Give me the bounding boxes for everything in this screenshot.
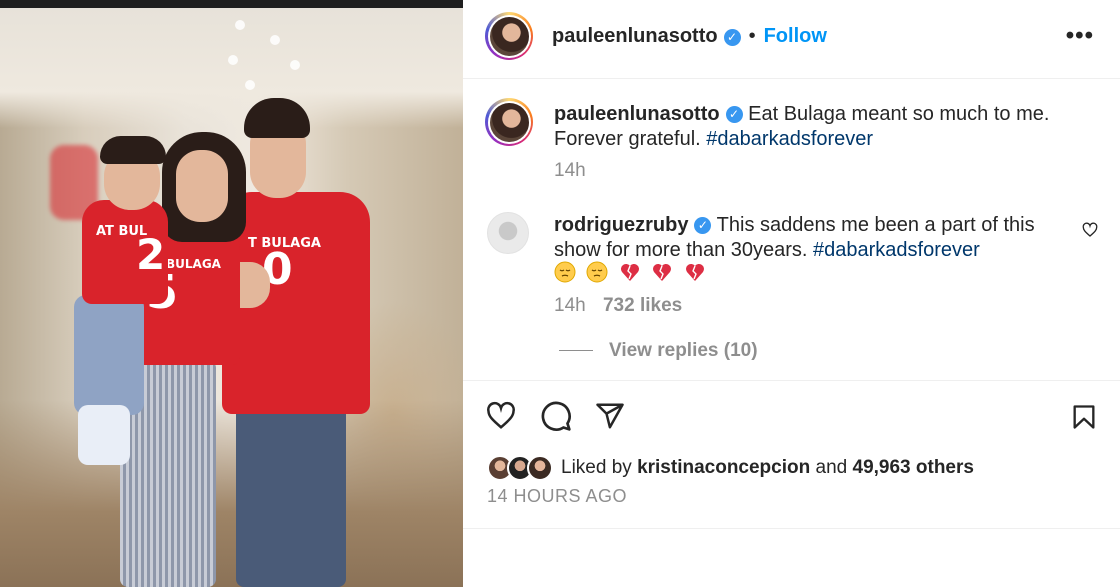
ceiling-light xyxy=(270,35,280,45)
caption-time[interactable]: 14h xyxy=(554,160,586,182)
comment-icon[interactable] xyxy=(540,400,572,432)
liker-avatar[interactable] xyxy=(527,455,553,481)
view-replies-button[interactable]: View replies (10) xyxy=(559,340,758,362)
ceiling-light xyxy=(228,55,238,65)
comment-time[interactable]: 14h xyxy=(554,295,586,316)
likes-and: and xyxy=(815,457,848,478)
more-options-icon[interactable]: ••• xyxy=(1066,22,1094,50)
verified-badge-icon: ✓ xyxy=(725,106,743,124)
pensive-face-icon xyxy=(586,261,608,283)
ceiling-light xyxy=(235,20,245,30)
comment-likes[interactable]: 732 likes xyxy=(603,295,682,316)
likes-prefix: Liked by xyxy=(561,457,632,478)
comment-hashtag[interactable]: #dabarkadsforever xyxy=(813,239,980,261)
floor xyxy=(0,400,463,587)
post-header: pauleenlunasotto ✓ • Follow ••• xyxy=(463,0,1120,79)
author-avatar[interactable] xyxy=(485,12,533,60)
heart-icon[interactable] xyxy=(485,401,517,431)
footer-divider xyxy=(463,528,1120,529)
comment-emojis xyxy=(554,261,712,283)
post-details-panel: pauleenlunasotto ✓ • Follow ••• pauleenluna… xyxy=(463,0,1120,587)
verified-badge-icon: ✓ xyxy=(694,217,712,235)
view-replies-label: View replies (10) xyxy=(609,340,758,361)
author-username[interactable]: pauleenlunasotto xyxy=(552,25,718,47)
jersey-number: 2 xyxy=(136,230,166,279)
ceiling-light xyxy=(245,80,255,90)
child-pants xyxy=(74,295,144,415)
child-shoe xyxy=(78,405,130,465)
replies-divider xyxy=(559,350,593,352)
separator-dot: • xyxy=(748,25,756,47)
comment-meta: 14h 732 likes xyxy=(554,295,682,317)
follow-button[interactable]: Follow xyxy=(764,25,827,47)
post-photo[interactable]: T BULAGA 0 BULAGA 5 AT BUL 2 xyxy=(0,0,463,587)
man-jeans xyxy=(236,400,346,587)
actions-divider xyxy=(463,380,1120,381)
woman-face xyxy=(176,150,228,222)
likes-summary: Liked by kristinaconcepcion and 49,963 o… xyxy=(561,457,974,479)
commenter-avatar[interactable] xyxy=(487,212,529,254)
caption-text: pauleenlunasotto ✓ Eat Bulaga meant so mu… xyxy=(554,102,1074,152)
likes-user[interactable]: kristinaconcepcion xyxy=(637,457,810,478)
share-icon[interactable] xyxy=(594,401,626,431)
broken-heart-icon xyxy=(653,264,672,281)
ceiling-light xyxy=(290,60,300,70)
broken-heart-icon xyxy=(620,264,639,281)
caption-username[interactable]: pauleenlunasotto xyxy=(554,103,720,125)
broken-heart-icon xyxy=(685,264,704,281)
comment-text: rodriguezruby ✓ This saddens me been a pa… xyxy=(554,213,1074,263)
child-jersey: AT BUL 2 xyxy=(82,200,168,304)
child-hair xyxy=(100,136,166,164)
pensive-face-icon xyxy=(554,261,576,283)
commenter-username[interactable]: rodriguezruby xyxy=(554,214,688,236)
comment-like-heart-icon[interactable] xyxy=(1082,222,1098,238)
ceiling xyxy=(0,8,463,128)
header-line: pauleenlunasotto ✓ • Follow xyxy=(552,25,827,48)
likes-count[interactable]: 49,963 others xyxy=(853,457,974,478)
caption-hashtag[interactable]: #dabarkadsforever xyxy=(706,128,873,150)
verified-badge-icon: ✓ xyxy=(723,29,741,47)
post-timestamp[interactable]: 14 HOURS AGO xyxy=(487,486,627,507)
caption-avatar[interactable] xyxy=(485,98,533,146)
instagram-post-view: T BULAGA 0 BULAGA 5 AT BUL 2 xyxy=(0,0,1120,587)
bookmark-icon[interactable] xyxy=(1070,401,1098,433)
